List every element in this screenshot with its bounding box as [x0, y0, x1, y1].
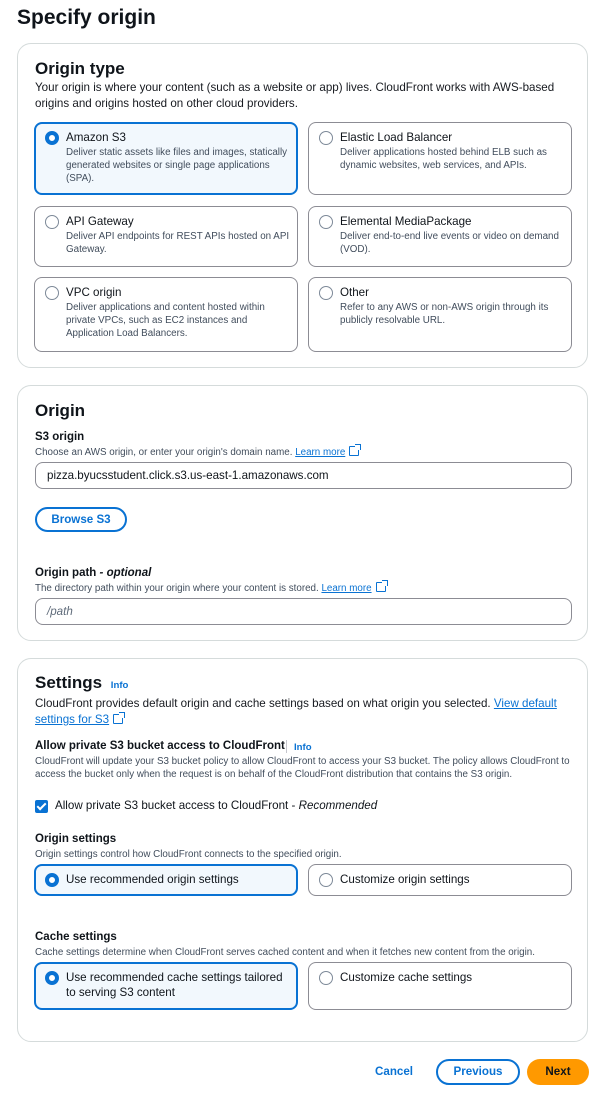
s3-origin-description-text: Choose an AWS origin, or enter your orig…: [35, 447, 293, 458]
origin-option-elemental-mediapackage[interactable]: Elemental MediaPackage Deliver end-to-en…: [308, 206, 572, 267]
origin-settings-label: Origin settings: [35, 833, 117, 845]
page-title: Specify origin: [17, 6, 156, 29]
origin-option-api-gateway[interactable]: API Gateway Deliver API endpoints for RE…: [34, 206, 298, 267]
browse-s3-button[interactable]: Browse S3: [35, 507, 127, 532]
origin-path-optional: - optional: [99, 567, 152, 579]
learn-more-link[interactable]: Learn more: [295, 447, 345, 458]
access-label: Allow private S3 bucket access to CloudF…: [35, 740, 285, 752]
radio-cache-recommended[interactable]: [45, 971, 59, 985]
origin-path-description: The directory path within your origin wh…: [35, 580, 575, 595]
s3-origin-input[interactable]: pizza.byucsstudent.click.s3.us-east-1.am…: [35, 462, 572, 489]
s3-origin-description: Choose an AWS origin, or enter your orig…: [35, 444, 575, 459]
origin-type-description: Your origin is where your content (such …: [35, 81, 555, 110]
external-link-icon: [349, 444, 362, 456]
origin-settings-customize[interactable]: Customize origin settings: [308, 864, 572, 896]
cache-settings-option-label: Use recommended cache settings tailored …: [66, 971, 283, 999]
cache-settings-label: Cache settings: [35, 931, 117, 943]
origin-option-description: Deliver end-to-end live events or video …: [340, 231, 559, 255]
settings-description: CloudFront provides default origin and c…: [35, 696, 575, 728]
access-checkbox[interactable]: [35, 800, 48, 813]
settings-title: Settings Info: [35, 673, 128, 693]
origin-type-title: Origin type: [35, 59, 125, 78]
external-link-icon: [113, 712, 126, 724]
origin-option-label: Amazon S3: [66, 131, 126, 144]
divider: [286, 740, 287, 753]
origin-path-description-text: The directory path within your origin wh…: [35, 583, 319, 594]
settings-panel: Settings Info CloudFront provides defaul…: [17, 658, 588, 1042]
cache-settings-customize[interactable]: Customize cache settings: [308, 962, 572, 1010]
origin-option-description: Refer to any AWS or non-AWS origin throu…: [340, 302, 549, 326]
radio-cache-customize[interactable]: [319, 971, 333, 985]
origin-settings-recommended[interactable]: Use recommended origin settings: [34, 864, 298, 896]
radio-origin-recommended[interactable]: [45, 873, 59, 887]
access-checkbox-recommended: Recommended: [298, 799, 378, 812]
origin-option-elastic-load-balancer[interactable]: Elastic Load Balancer Deliver applicatio…: [308, 122, 572, 195]
radio-amazon-s3[interactable]: [45, 131, 59, 145]
next-button[interactable]: Next: [527, 1059, 589, 1085]
origin-option-label: Other: [340, 286, 369, 299]
origin-option-label: API Gateway: [66, 215, 134, 228]
learn-more-link[interactable]: Learn more: [321, 583, 371, 594]
origin-option-amazon-s3[interactable]: Amazon S3 Deliver static assets like fil…: [34, 122, 298, 195]
settings-description-text: CloudFront provides default origin and c…: [35, 697, 491, 710]
origin-path-label: Origin path - optional: [35, 567, 151, 579]
settings-info-link[interactable]: Info: [111, 680, 129, 691]
cache-settings-description: Cache settings determine when CloudFront…: [35, 947, 535, 958]
radio-elastic-load-balancer[interactable]: [319, 131, 333, 145]
radio-elemental-mediapackage[interactable]: [319, 215, 333, 229]
origin-option-label: Elastic Load Balancer: [340, 131, 453, 144]
cache-settings-option-label: Customize cache settings: [340, 971, 473, 984]
origin-settings-option-label: Customize origin settings: [340, 873, 470, 886]
origin-option-label: Elemental MediaPackage: [340, 215, 472, 228]
origin-option-description: Deliver API endpoints for REST APIs host…: [66, 231, 290, 255]
cache-settings-recommended[interactable]: Use recommended cache settings tailored …: [34, 962, 298, 1010]
origin-option-vpc-origin[interactable]: VPC origin Deliver applications and cont…: [34, 277, 298, 352]
origin-settings-option-label: Use recommended origin settings: [66, 873, 239, 886]
s3-origin-label: S3 origin: [35, 431, 85, 443]
origin-path-label-text: Origin path: [35, 567, 97, 579]
origin-option-description: Deliver static assets like files and ima…: [66, 147, 288, 184]
access-checkbox-label: Allow private S3 bucket access to CloudF…: [55, 799, 377, 812]
settings-title-text: Settings: [35, 673, 103, 692]
origin-option-label: VPC origin: [66, 286, 122, 299]
access-checkbox-label-text: Allow private S3 bucket access to CloudF…: [55, 799, 299, 812]
radio-vpc-origin[interactable]: [45, 286, 59, 300]
access-info-link[interactable]: Info: [294, 742, 312, 753]
cancel-button[interactable]: Cancel: [375, 1065, 413, 1078]
radio-origin-customize[interactable]: [319, 873, 333, 887]
radio-other[interactable]: [319, 286, 333, 300]
access-description: CloudFront will update your S3 bucket po…: [35, 756, 570, 780]
origin-option-other[interactable]: Other Refer to any AWS or non-AWS origin…: [308, 277, 572, 352]
origin-option-description: Deliver applications hosted behind ELB s…: [340, 147, 547, 171]
external-link-icon: [375, 580, 388, 592]
origin-path-input[interactable]: /path: [35, 598, 572, 625]
origin-option-description: Deliver applications and content hosted …: [66, 302, 265, 339]
origin-type-panel: Origin type Your origin is where your co…: [17, 43, 588, 368]
origin-panel: Origin S3 origin Choose an AWS origin, o…: [17, 385, 588, 641]
previous-button[interactable]: Previous: [436, 1059, 520, 1085]
origin-title: Origin: [35, 401, 86, 420]
origin-settings-description: Origin settings control how CloudFront c…: [35, 849, 342, 860]
radio-api-gateway[interactable]: [45, 215, 59, 229]
